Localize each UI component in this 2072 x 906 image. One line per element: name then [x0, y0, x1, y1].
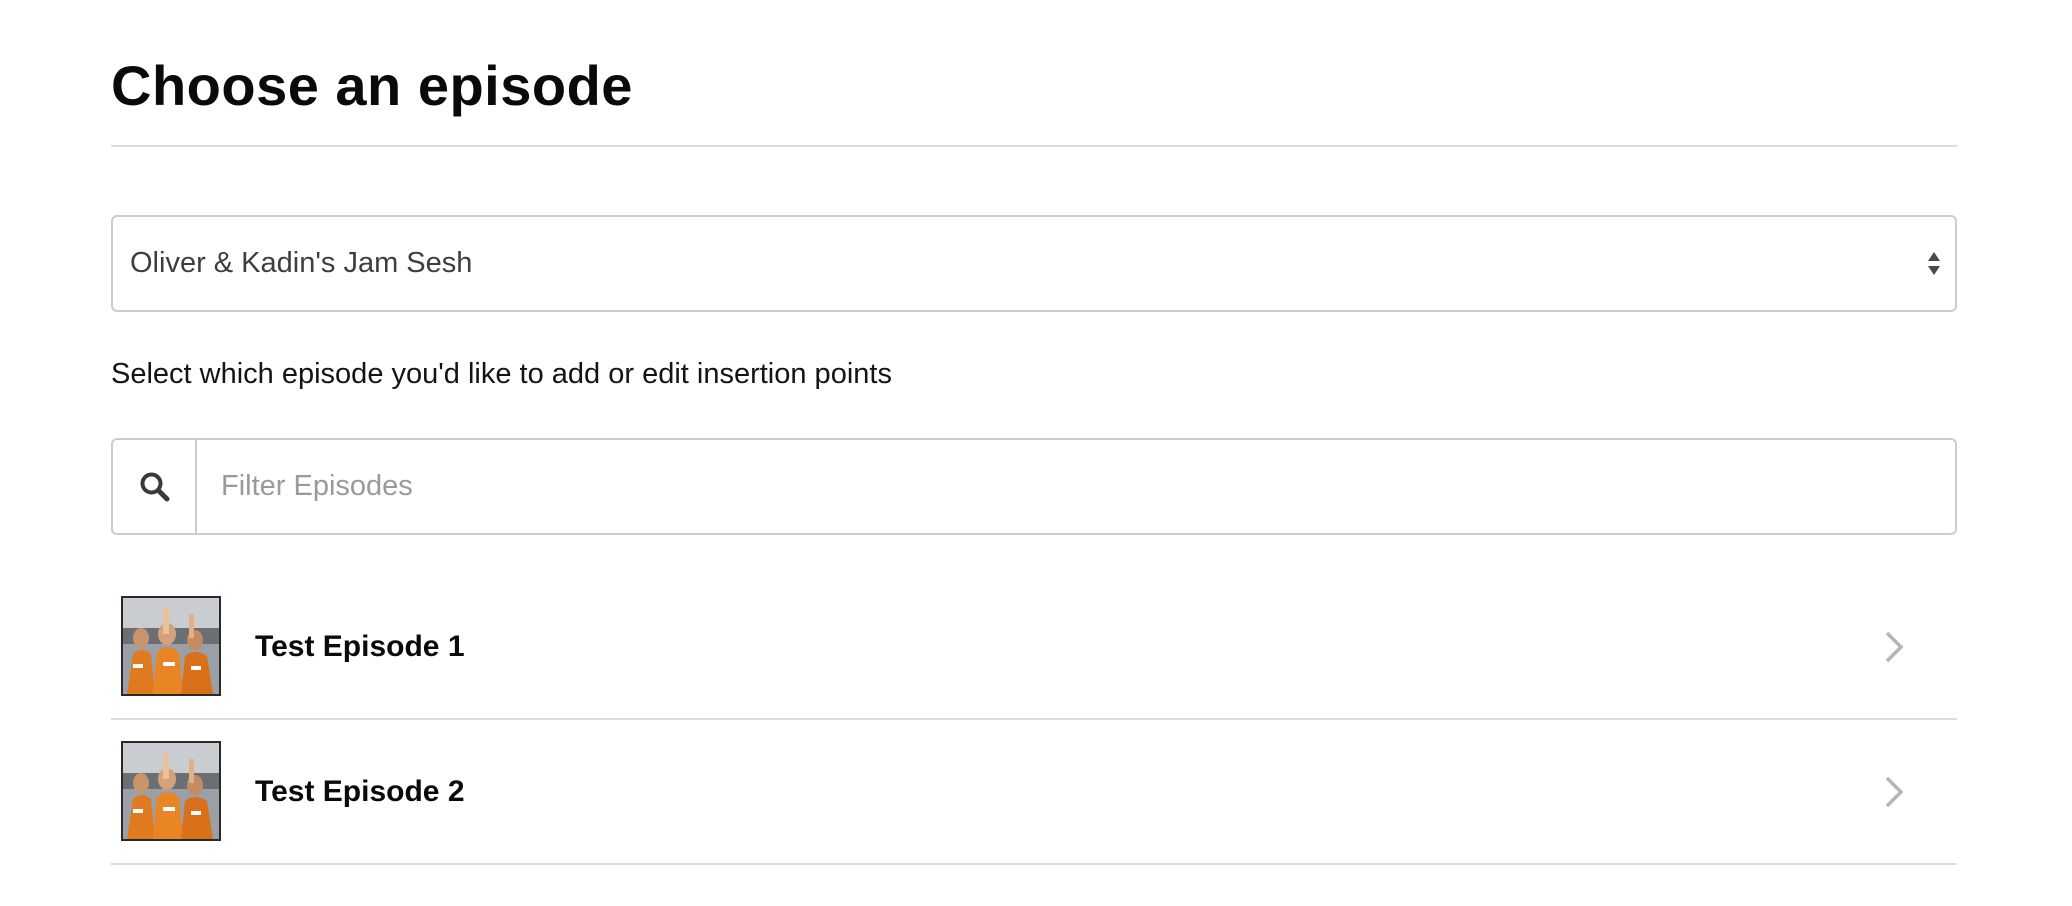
- episode-title: Test Episode 1: [255, 630, 465, 663]
- episode-list: Test Episode 1 Test Episode 2: [111, 575, 1957, 865]
- episode-thumbnail: [121, 741, 221, 841]
- search-addon: [113, 440, 197, 533]
- episode-row[interactable]: Test Episode 2: [111, 720, 1957, 865]
- search-icon: [140, 472, 170, 502]
- podcast-select[interactable]: Oliver & Kadin's Jam Sesh: [111, 215, 1957, 312]
- filter-episodes-input[interactable]: [197, 440, 1955, 533]
- chevron-right-icon: [1882, 775, 1906, 809]
- sort-arrows-icon: [1927, 250, 1941, 278]
- podcast-select-value: Oliver & Kadin's Jam Sesh: [130, 247, 473, 279]
- filter-group: [111, 438, 1957, 535]
- episode-title: Test Episode 2: [255, 775, 465, 808]
- title-divider: [111, 145, 1957, 147]
- page-title: Choose an episode: [111, 54, 633, 117]
- help-text: Select which episode you'd like to add o…: [111, 358, 892, 390]
- chevron-right-icon: [1882, 630, 1906, 664]
- episode-thumbnail: [121, 596, 221, 696]
- episode-row[interactable]: Test Episode 1: [111, 575, 1957, 720]
